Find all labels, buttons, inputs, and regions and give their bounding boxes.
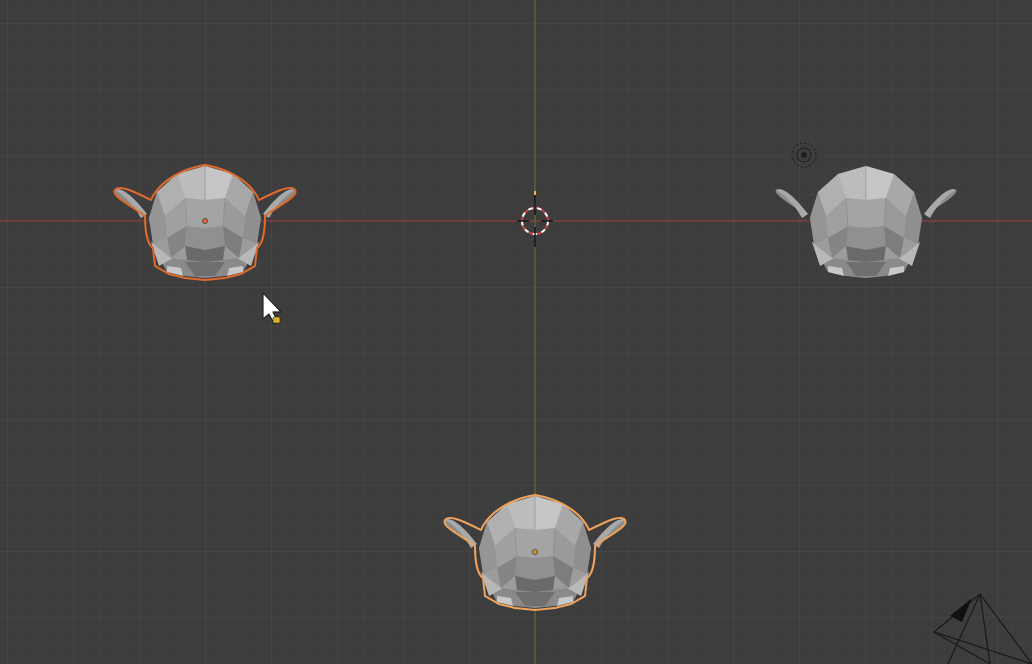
3d-viewport[interactable]: [0, 0, 1032, 664]
origin-dot: [532, 549, 538, 555]
origin-dot: [202, 218, 208, 224]
